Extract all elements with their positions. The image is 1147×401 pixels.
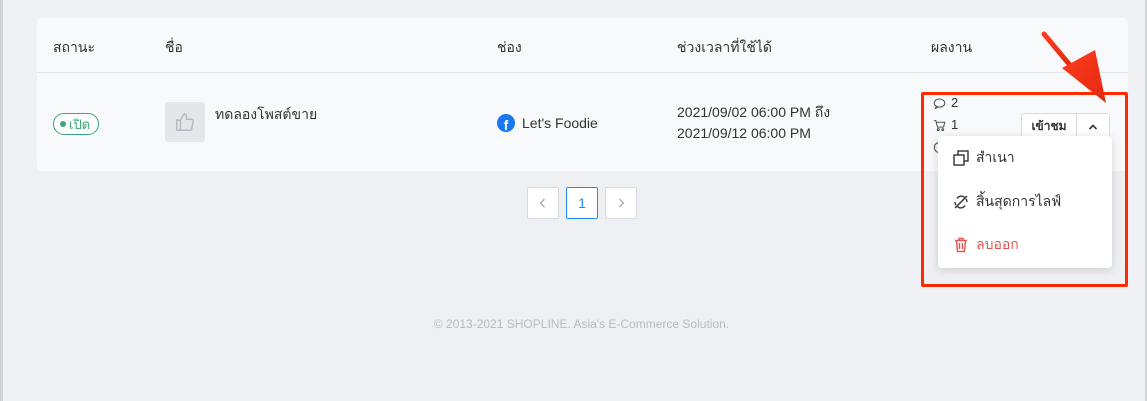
channel-cell: f Let's Foodie xyxy=(497,114,598,132)
thumbs-up-icon xyxy=(176,113,194,131)
period-end: 2021/09/12 06:00 PM xyxy=(677,125,811,141)
chevron-right-icon xyxy=(619,198,625,208)
prev-page-button[interactable] xyxy=(527,187,559,219)
post-thumbnail xyxy=(165,102,205,142)
window-left-edge xyxy=(0,0,3,401)
header-name: ชื่อ xyxy=(165,39,183,55)
header-status: สถานะ xyxy=(53,39,95,55)
channel-name: Let's Foodie xyxy=(522,115,598,131)
chevron-left-icon xyxy=(539,198,545,208)
status-badge: เปิด xyxy=(53,113,100,135)
header-performance: ผลงาน xyxy=(931,39,973,55)
header-period: ช่วงเวลาที่ใช้ได้ xyxy=(677,39,772,55)
post-name[interactable]: ทดลองโพสต์ขาย xyxy=(215,104,317,126)
next-page-button[interactable] xyxy=(605,187,637,219)
period-start: 2021/09/02 06:00 PM ถึง xyxy=(677,104,831,120)
table-header: สถานะ ชื่อ ช่อง ช่วงเวลาที่ใช้ได้ ผลงาน xyxy=(37,18,1128,73)
annotation-arrow-icon xyxy=(1041,31,1106,103)
status-badge-label: เปิด xyxy=(69,116,91,132)
footer-copyright: © 2013-2021 SHOPLINE. Asia's E-Commerce … xyxy=(433,317,730,331)
annotation-highlight-box xyxy=(921,92,1128,287)
status-dot-icon xyxy=(60,121,66,127)
pagination: 1 xyxy=(527,187,637,219)
page-button-current[interactable]: 1 xyxy=(566,187,598,219)
period-cell: 2021/09/02 06:00 PM ถึง 2021/09/12 06:00… xyxy=(677,102,830,144)
facebook-icon: f xyxy=(497,114,515,132)
header-channel: ช่อง xyxy=(497,39,522,55)
